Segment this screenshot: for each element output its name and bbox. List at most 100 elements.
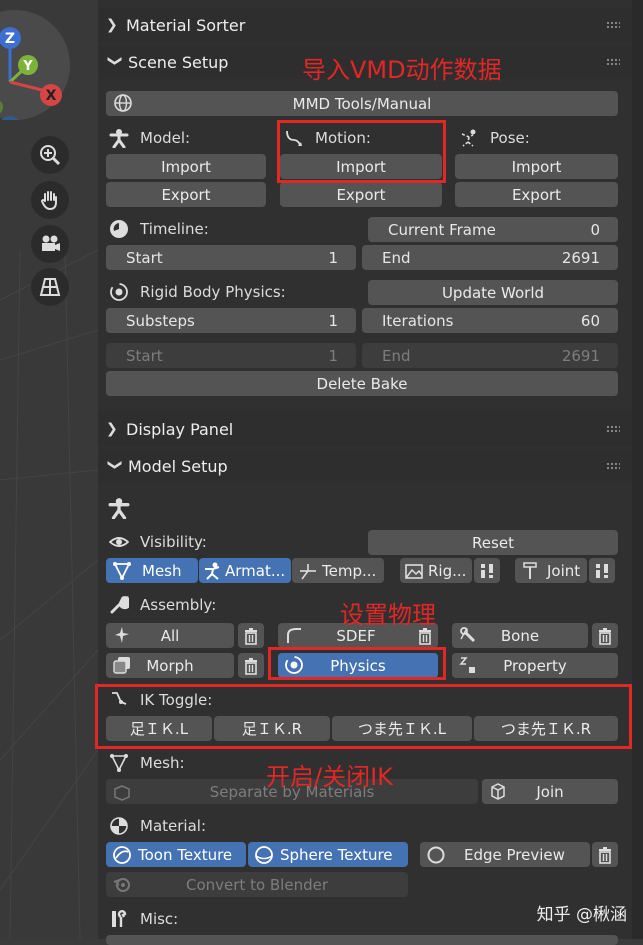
hand-pan-icon[interactable] (31, 181, 69, 219)
current-frame-label: Current Frame (388, 220, 496, 239)
mesh-toggle-label: Mesh (142, 561, 182, 580)
model-setup-header[interactable]: ❯ Model Setup (98, 449, 632, 483)
bake-start-value: 1 (328, 346, 338, 365)
annotation-box-physics (268, 647, 446, 680)
trash-icon[interactable] (238, 623, 264, 648)
drag-grip-icon[interactable] (606, 462, 620, 470)
section-title: Scene Setup (128, 52, 229, 72)
timeline-label-text: Timeline: (140, 220, 209, 238)
trash-icon[interactable] (592, 842, 618, 867)
timeline-start-field[interactable]: Start 1 (106, 245, 356, 270)
separate-icon (112, 781, 132, 801)
timeline-label: Timeline: (108, 218, 209, 240)
iterations-value: 60 (580, 311, 600, 330)
convert-to-blender-button: Convert to Blender (106, 872, 408, 897)
substeps-field[interactable]: Substeps 1 (106, 308, 356, 333)
temp-visibility-toggle[interactable]: Temp... (292, 558, 384, 583)
model-import-button[interactable]: Import (106, 154, 266, 179)
material-sphere-icon (108, 815, 130, 837)
timeline-end-field[interactable]: End 2691 (362, 245, 618, 270)
trash-icon[interactable] (238, 653, 264, 678)
rigid-filter-icon[interactable] (474, 558, 500, 583)
start-label: Start (126, 248, 163, 267)
display-panel-header[interactable]: ❯ Display Panel (98, 412, 632, 446)
sphere-texture-label: Sphere Texture (280, 845, 393, 864)
assembly-label: Assembly: (108, 594, 216, 616)
joint-filter-icon[interactable] (589, 558, 615, 583)
substeps-value: 1 (328, 311, 338, 330)
drag-grip-icon[interactable] (606, 21, 620, 29)
edge-preview-toggle[interactable]: Edge Preview (420, 842, 590, 867)
morph-label: Morph (146, 656, 194, 675)
delete-bake-button[interactable]: Delete Bake (106, 371, 618, 396)
rigid-body-label: Rigid Body Physics: (108, 281, 286, 303)
motion-export-button[interactable]: Export (280, 182, 442, 207)
misc-partial-button[interactable] (106, 935, 618, 945)
temp-toggle-label: Temp... (322, 561, 377, 580)
update-world-button[interactable]: Update World (368, 280, 618, 305)
bone-label: Bone (500, 626, 540, 645)
start-value: 1 (328, 248, 338, 267)
substeps-label: Substeps (126, 311, 195, 330)
clock-icon (108, 218, 130, 240)
assembly-property-button[interactable]: Property (452, 653, 618, 678)
rigid-visibility-toggle[interactable]: Rig... (400, 558, 472, 583)
trash-icon[interactable] (592, 623, 618, 648)
figure-icon (108, 127, 130, 149)
reset-button[interactable]: Reset (368, 530, 618, 555)
sdef-curve-icon (284, 625, 304, 645)
assembly-bone-button[interactable]: Bone (452, 623, 588, 648)
model-figure-icon (108, 497, 130, 523)
model-export-button[interactable]: Export (106, 182, 266, 207)
manual-button-label: MMD Tools/Manual (292, 94, 432, 113)
end-label: End (382, 248, 411, 267)
mesh-icon (112, 561, 132, 581)
iterations-label: Iterations (382, 311, 454, 330)
panel-scrollbar[interactable] (632, 0, 643, 939)
bake-end-value: 2691 (561, 346, 600, 365)
temp-icon (298, 561, 318, 581)
drag-grip-icon[interactable] (606, 58, 620, 66)
material-sorter-header[interactable]: ❯ Material Sorter (98, 8, 632, 42)
manual-button[interactable]: MMD Tools/Manual (106, 91, 618, 116)
3d-viewport[interactable]: Z Y X (0, 0, 98, 939)
joint-visibility-toggle[interactable]: Joint (515, 558, 587, 583)
camera-icon[interactable] (31, 225, 69, 263)
zoom-icon[interactable] (31, 136, 69, 174)
chevron-right-icon: ❯ (106, 17, 118, 33)
mesh-visibility-toggle[interactable]: Mesh (106, 558, 198, 583)
svg-text:X: X (46, 88, 57, 104)
chevron-right-icon: ❯ (106, 421, 118, 437)
mesh-label-text: Mesh: (140, 754, 185, 772)
grid-perspective-icon[interactable] (31, 268, 69, 306)
rigid-toggle-label: Rig... (428, 561, 467, 580)
mesh-icon (108, 752, 130, 774)
drag-grip-icon[interactable] (606, 425, 620, 433)
armature-visibility-toggle[interactable]: Armat... (199, 558, 291, 583)
material-label: Material: (108, 815, 206, 837)
end-value: 2691 (561, 248, 600, 267)
pose-export-button[interactable]: Export (455, 182, 618, 207)
iterations-field[interactable]: Iterations 60 (362, 308, 618, 333)
bone-icon (458, 625, 478, 645)
pose-label-text: Pose: (490, 129, 530, 147)
pose-import-button[interactable]: Import (455, 154, 618, 179)
blender-icon (112, 874, 132, 894)
joint-icon (521, 561, 539, 581)
wrench-icon (108, 594, 130, 616)
misc-label-text: Misc: (140, 910, 179, 928)
toon-texture-toggle[interactable]: Toon Texture (106, 842, 246, 867)
svg-text:Y: Y (22, 59, 33, 74)
assembly-morph-button[interactable]: Morph (106, 653, 234, 678)
assembly-all-button[interactable]: All (106, 623, 234, 648)
current-frame-field[interactable]: Current Frame 0 (368, 217, 618, 242)
all-label: All (160, 626, 180, 645)
circle-icon (426, 845, 446, 865)
section-title: Model Setup (128, 456, 228, 476)
join-button[interactable]: Join (482, 779, 618, 804)
annotation-import-vmd: 导入VMD动作数据 (302, 56, 502, 84)
section-title: Display Panel (126, 419, 234, 439)
sphere-texture-toggle[interactable]: Sphere Texture (248, 842, 408, 867)
axis-gizmo-icon[interactable]: Z Y X (0, 10, 70, 120)
morph-icon (112, 655, 132, 675)
